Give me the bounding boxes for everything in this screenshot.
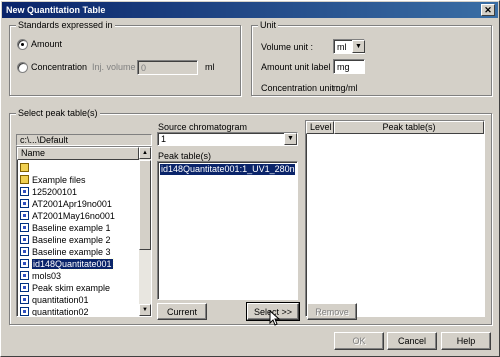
peak-tables-list[interactable]: id148Quantitate001:1_UV1_280nm@01.PE	[157, 161, 298, 300]
title-bar[interactable]: New Quantitation Table ✕	[2, 2, 498, 18]
list-item[interactable]: AT2001May16no001	[20, 210, 115, 222]
selected-peak-tables-panel[interactable]: Level Peak table(s)	[305, 120, 485, 317]
chevron-down-icon[interactable]: ▼	[352, 40, 365, 53]
close-icon[interactable]: ✕	[481, 4, 495, 16]
file-icon	[20, 199, 29, 208]
cancel-button-label: Cancel	[397, 336, 426, 346]
list-item[interactable]: 125200101	[20, 186, 77, 198]
file-icon	[20, 235, 29, 244]
file-icon	[20, 307, 29, 316]
concentration-label[interactable]: Concentration	[31, 62, 87, 73]
list-item[interactable]: Baseline example 2	[20, 234, 111, 246]
file-icon	[20, 271, 29, 280]
file-list[interactable]: Name Example files 125200101 AT2001Apr19no…	[16, 146, 152, 317]
inj-volume-input[interactable]: 0	[137, 60, 198, 75]
source-chromatogram-select[interactable]: 1	[157, 132, 298, 146]
list-item[interactable]: quantitation01	[20, 294, 89, 306]
scroll-thumb[interactable]	[139, 160, 151, 250]
amount-label[interactable]: Amount	[31, 39, 62, 50]
help-button[interactable]: Help	[441, 332, 491, 350]
list-item-label: AT2001May16no001	[32, 211, 115, 221]
mouse-cursor-icon	[269, 310, 281, 326]
file-icon	[20, 295, 29, 304]
list-item-label: Peak skim example	[32, 283, 111, 293]
concentration-radio[interactable]	[17, 62, 28, 73]
ok-button[interactable]: OK	[334, 332, 384, 350]
list-item[interactable]: Example files	[20, 174, 86, 186]
remove-button-label: Remove	[315, 307, 349, 317]
scroll-up-icon[interactable]: ▲	[139, 147, 151, 159]
current-button-label: Current	[166, 307, 197, 317]
peak-tables-column-header[interactable]: Peak table(s)	[334, 121, 484, 134]
list-item[interactable]	[20, 162, 32, 174]
select-peak-group-title: Select peak table(s)	[16, 108, 100, 118]
file-icon	[20, 187, 29, 196]
list-item[interactable]: id148Quantitate001	[20, 258, 114, 270]
list-item-label: quantitation01	[32, 295, 89, 305]
list-item-label: Example files	[32, 175, 86, 185]
ok-button-label: OK	[352, 336, 366, 346]
chevron-down-icon[interactable]: ▼	[284, 133, 297, 145]
new-quantitation-table-dialog: New Quantitation Table ✕ Standards expre…	[0, 0, 500, 357]
file-icon	[20, 283, 29, 292]
list-item-label: 125200101	[32, 187, 78, 197]
file-list-scrollbar[interactable]: ▲ ▼	[139, 147, 151, 316]
list-item-label: Baseline example 3	[32, 247, 111, 257]
path-display: c:\...\Default	[16, 134, 152, 146]
amount-unit-label: Amount unit label :	[261, 62, 336, 72]
list-item-label: AT2001Apr19no001	[32, 199, 112, 209]
volume-unit-label: Volume unit :	[261, 42, 314, 52]
file-icon	[20, 223, 29, 232]
folder-up-icon	[20, 163, 29, 172]
concentration-unit-label: Concentration unit :	[261, 83, 340, 93]
standards-groupbox: Standards expressed in	[9, 20, 241, 96]
folder-icon	[20, 175, 29, 184]
inj-volume-unit: ml	[205, 62, 215, 72]
list-item-label: Baseline example 1	[32, 223, 111, 233]
cancel-button[interactable]: Cancel	[387, 332, 437, 350]
standards-group-title: Standards expressed in	[16, 20, 115, 30]
list-item[interactable]: mols03	[20, 270, 61, 282]
concentration-unit-value: mg/ml	[333, 83, 358, 93]
list-item[interactable]: Baseline example 1	[20, 222, 111, 234]
list-item-label: quantitation02	[32, 307, 89, 317]
current-button[interactable]: Current	[157, 303, 207, 320]
scroll-down-icon[interactable]: ▼	[139, 304, 151, 316]
peak-table-item[interactable]: id148Quantitate001:1_UV1_280nm@01.PE	[160, 164, 295, 175]
name-column-header[interactable]: Name	[17, 147, 139, 160]
list-item[interactable]: quantitation02	[20, 306, 89, 317]
list-item-label: mols03	[32, 271, 62, 281]
list-item[interactable]: AT2001Apr19no001	[20, 198, 112, 210]
inj-volume-label: Inj. volume :	[92, 62, 141, 72]
file-icon	[20, 259, 29, 268]
list-item[interactable]: Baseline example 3	[20, 246, 111, 258]
window-title: New Quantitation Table	[6, 5, 106, 15]
file-icon	[20, 247, 29, 256]
list-item-label: Baseline example 2	[32, 235, 111, 245]
list-item-label: id148Quantitate001	[31, 258, 114, 270]
amount-radio[interactable]	[17, 39, 28, 50]
file-icon	[20, 211, 29, 220]
amount-unit-input[interactable]: mg	[333, 59, 365, 74]
level-column-header[interactable]: Level	[306, 121, 334, 134]
remove-button[interactable]: Remove	[307, 303, 357, 320]
list-item[interactable]: Peak skim example	[20, 282, 110, 294]
unit-group-title: Unit	[258, 20, 279, 30]
help-button-label: Help	[456, 336, 476, 346]
